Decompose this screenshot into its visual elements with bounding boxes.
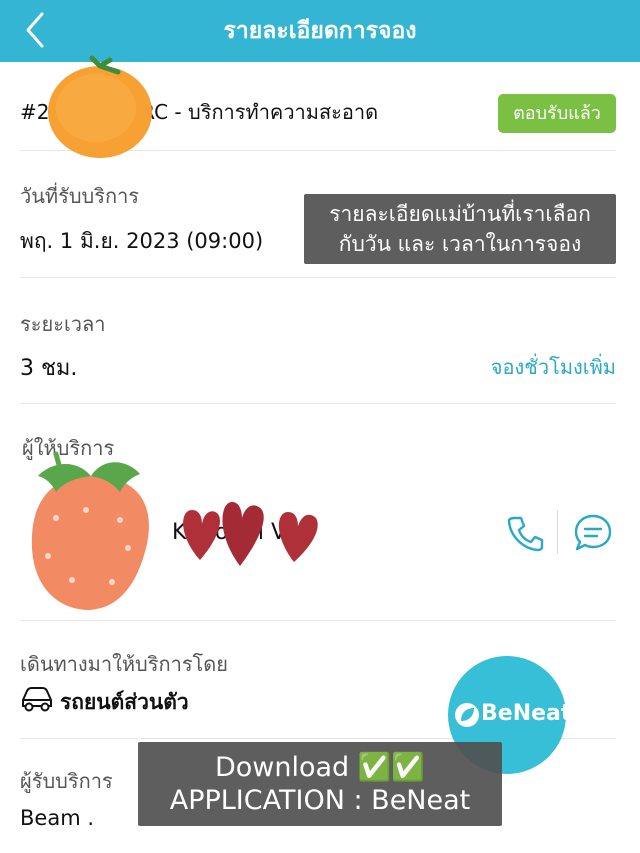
strawberry-sticker-icon bbox=[31, 451, 149, 610]
booking-note-line2: กับวัน และ เวลาในการจอง bbox=[338, 232, 582, 256]
leaf-icon bbox=[455, 703, 479, 727]
customer-label: ผู้รับบริการ bbox=[20, 769, 113, 793]
chat-button[interactable] bbox=[572, 512, 614, 558]
icon-separator bbox=[557, 510, 558, 554]
hearts-sticker-icon bbox=[183, 502, 318, 566]
divider bbox=[20, 620, 616, 621]
booking-note-overlay: รายละเอียดแม่บ้านที่เราเลือก กับวัน และ … bbox=[304, 194, 616, 264]
download-promo-overlay: Download ✅✅ APPLICATION : BeNeat bbox=[138, 742, 502, 826]
app-header: รายละเอียดการจอง bbox=[0, 0, 640, 62]
promo-line1: Download ✅✅ bbox=[214, 752, 426, 783]
service-date-value: พฤ. 1 มิ.ย. 2023 (09:00) bbox=[20, 229, 264, 253]
chat-bubble-icon bbox=[574, 514, 612, 551]
orange-sticker-icon bbox=[48, 55, 152, 158]
status-badge: ตอบรับแล้ว bbox=[498, 94, 616, 133]
divider bbox=[20, 277, 616, 278]
page-title: รายละเอียดการจอง bbox=[223, 18, 417, 44]
phone-icon bbox=[507, 516, 544, 552]
beneat-logo-text: BeNeat bbox=[481, 701, 572, 726]
divider bbox=[20, 403, 616, 404]
customer-value: Beam . bbox=[20, 806, 95, 830]
call-button[interactable] bbox=[506, 514, 544, 556]
travel-value: รถยนต์ส่วนตัว bbox=[60, 690, 189, 714]
service-date-label: วันที่รับบริการ bbox=[20, 184, 140, 208]
duration-label: ระยะเวลา bbox=[20, 312, 106, 336]
car-icon bbox=[20, 686, 54, 716]
order-id-service: BRC - บริการทำความสะอาด bbox=[127, 100, 379, 124]
duration-value: 3 ชม. bbox=[20, 356, 78, 381]
extend-hours-link[interactable]: จองชั่วโมงเพิ่ม bbox=[491, 351, 616, 383]
travel-label: เดินทางมาให้บริการโดย bbox=[20, 652, 229, 676]
promo-line2: APPLICATION : BeNeat bbox=[169, 785, 471, 816]
booking-note-line1: รายละเอียดแม่บ้านที่เราเลือก bbox=[329, 202, 591, 226]
